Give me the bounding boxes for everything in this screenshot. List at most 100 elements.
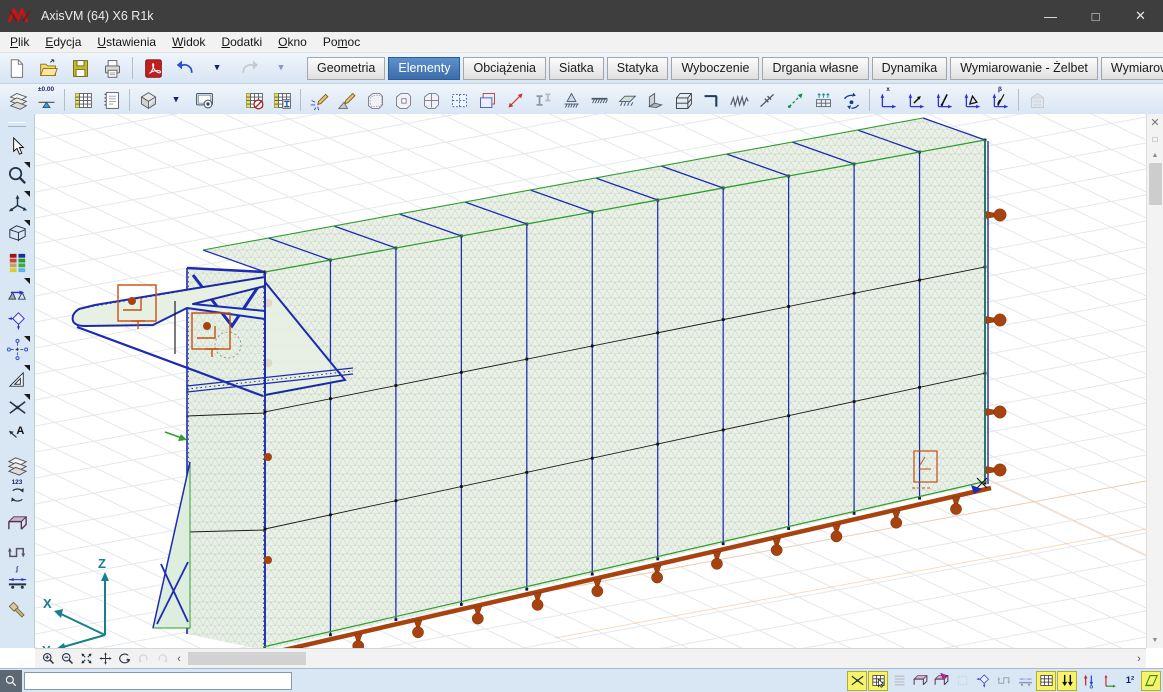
virtual-desk-tool[interactable] [3, 509, 31, 537]
virtual-desk-indicator[interactable] [910, 671, 930, 691]
load-display-toggle[interactable] [1078, 671, 1098, 691]
end-wall[interactable] [187, 268, 265, 648]
tab-geometria[interactable]: Geometria [307, 57, 385, 80]
domain-hole-button[interactable] [389, 87, 417, 113]
dimension-indicator[interactable] [973, 671, 993, 691]
gusset-plate[interactable] [153, 462, 190, 628]
domain-mesh-button[interactable] [445, 87, 473, 113]
local-axes-toggle[interactable] [1099, 671, 1119, 691]
renumber-tool[interactable]: 123 [3, 480, 31, 508]
rigid-element-button[interactable] [837, 87, 865, 113]
transform-tool[interactable] [3, 277, 31, 305]
maximize-button[interactable]: □ [1073, 0, 1118, 32]
menu-item-okno[interactable]: Okno [270, 33, 315, 51]
numbering-toggle[interactable]: 1² [1120, 671, 1140, 691]
base-level-button[interactable]: ±0.00 [32, 87, 60, 113]
scroll-down-button[interactable]: ▼ [1147, 633, 1163, 648]
vertical-scroll-thumb[interactable] [1149, 163, 1162, 205]
selection-tool[interactable] [3, 132, 31, 160]
layers-button[interactable] [4, 87, 32, 113]
edge-beam-button[interactable] [697, 87, 725, 113]
dof-plane-button[interactable] [958, 87, 986, 113]
tab-dynamika[interactable]: Dynamika [872, 57, 948, 80]
table-browser-button[interactable] [69, 87, 97, 113]
views-tool[interactable] [3, 190, 31, 218]
model-canvas[interactable]: Z X Y [35, 114, 1146, 648]
tab-statyka[interactable]: Statyka [607, 57, 669, 80]
undo-button[interactable] [169, 55, 201, 81]
geometry-tools-tool[interactable] [3, 364, 31, 392]
horizontal-scroll-thumb[interactable] [188, 652, 306, 665]
mesh-adjust-toggle[interactable] [868, 671, 888, 691]
tab-siatka[interactable]: Siatka [549, 57, 604, 80]
drawing-library-button[interactable] [134, 87, 162, 113]
workplanes-tool[interactable] [3, 219, 31, 247]
menu-item-ustawienia[interactable]: Ustawienia [89, 33, 164, 51]
zoom-fit-button[interactable] [77, 650, 96, 668]
zoom-out-button[interactable] [58, 650, 77, 668]
tab-drgania-własne[interactable]: Drgania własne [762, 57, 868, 80]
parts-tool[interactable] [3, 451, 31, 479]
tab-wymiarowanie-stal[interactable]: Wymiarowanie - Stal [1101, 57, 1163, 80]
report-maker-button[interactable] [97, 87, 125, 113]
undo-dropdown[interactable]: ▾ [201, 55, 233, 81]
cross-section-button[interactable] [529, 87, 557, 113]
line-elements-button[interactable] [501, 87, 529, 113]
structural-grid-tool[interactable] [3, 335, 31, 363]
dof-x-button[interactable]: x [874, 87, 902, 113]
new-file-button[interactable] [0, 55, 32, 81]
scroll-right-button[interactable]: › [1132, 650, 1146, 668]
domain-button[interactable] [361, 87, 389, 113]
frame-button[interactable] [669, 87, 697, 113]
render-tool[interactable] [3, 596, 31, 624]
tab-wyboczenie[interactable]: Wyboczenie [671, 57, 759, 80]
scroll-left-button[interactable]: ‹ [172, 650, 186, 668]
rib-button[interactable] [641, 87, 669, 113]
restore-view-button[interactable]: □ [1147, 131, 1163, 148]
domain-copy-button[interactable] [473, 87, 501, 113]
line-support-button[interactable] [585, 87, 613, 113]
material-table-button[interactable] [240, 87, 268, 113]
menu-item-widok[interactable]: Widok [164, 33, 213, 51]
close-view-button[interactable]: ✕ [1147, 114, 1163, 131]
dof-line-button[interactable] [930, 87, 958, 113]
rotate-view-button[interactable] [115, 650, 134, 668]
menu-item-plik[interactable]: Plik [2, 33, 37, 51]
menu-item-dodatki[interactable]: Dodatki [213, 33, 270, 51]
auto-intersect-toggle[interactable] [847, 671, 867, 691]
nodal-support-button[interactable] [557, 87, 585, 113]
print-button[interactable] [96, 55, 128, 81]
command-line-input[interactable] [24, 672, 292, 690]
zoom-tool[interactable] [3, 161, 31, 189]
open-file-button[interactable] [32, 55, 64, 81]
close-button[interactable]: ✕ [1118, 0, 1163, 32]
cross-section-table-button[interactable] [268, 87, 296, 113]
domain-operations-button[interactable] [417, 87, 445, 113]
toolbar-grip[interactable] [8, 122, 26, 127]
surface-support-button[interactable] [613, 87, 641, 113]
edge-hinge-button[interactable] [809, 87, 837, 113]
gap-element-button[interactable] [753, 87, 781, 113]
save-button[interactable] [64, 55, 96, 81]
gravity-direction-toggle[interactable] [1057, 671, 1077, 691]
pan-button[interactable] [96, 650, 115, 668]
draw-node-button[interactable] [305, 87, 333, 113]
color-coding-tool[interactable] [3, 248, 31, 276]
scroll-up-button[interactable]: ▲ [1147, 148, 1163, 163]
annotation-tool[interactable]: A [3, 422, 31, 450]
dof-angle-button[interactable]: β [986, 87, 1014, 113]
menu-item-edycja[interactable]: Edycja [37, 33, 89, 51]
tab-wymiarowanie-żelbet[interactable]: Wymiarowanie - Żelbet [950, 57, 1098, 80]
minimize-button[interactable]: — [1028, 0, 1073, 32]
tab-elementy[interactable]: Elementy [388, 57, 460, 80]
tab-obciążenia[interactable]: Obciążenia [463, 57, 546, 80]
dof-move-button[interactable] [902, 87, 930, 113]
path-tool[interactable] [3, 538, 31, 566]
spring-button[interactable] [725, 87, 753, 113]
virtual-desk-active-indicator[interactable] [931, 671, 951, 691]
status-search-button[interactable] [0, 670, 22, 692]
pdf-export-button[interactable] [137, 55, 169, 81]
drawing-library-dropdown[interactable]: ▾ [162, 87, 190, 113]
virtual-beam-tool[interactable]: ∫ [3, 567, 31, 595]
draw-line-button[interactable] [333, 87, 361, 113]
